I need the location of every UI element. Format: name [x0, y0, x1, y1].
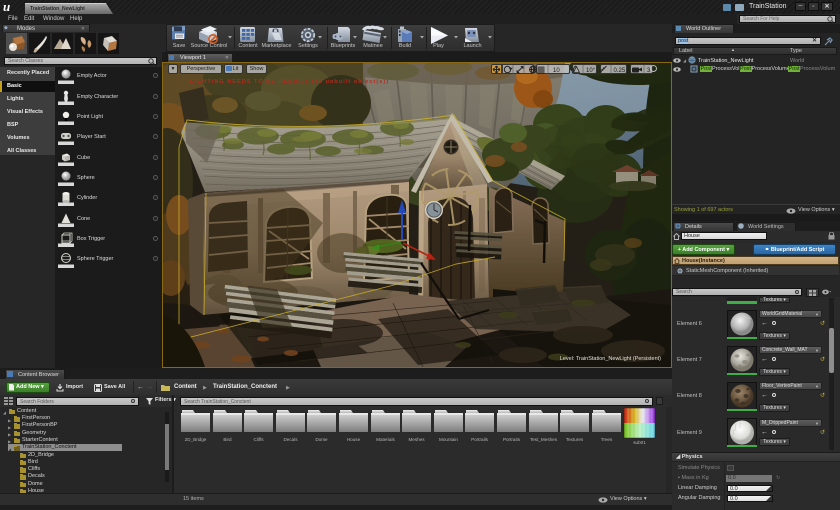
svg-text:10: 10 [553, 68, 560, 74]
svg-text:10°: 10° [586, 68, 596, 74]
svg-text:0.25: 0.25 [614, 68, 626, 74]
